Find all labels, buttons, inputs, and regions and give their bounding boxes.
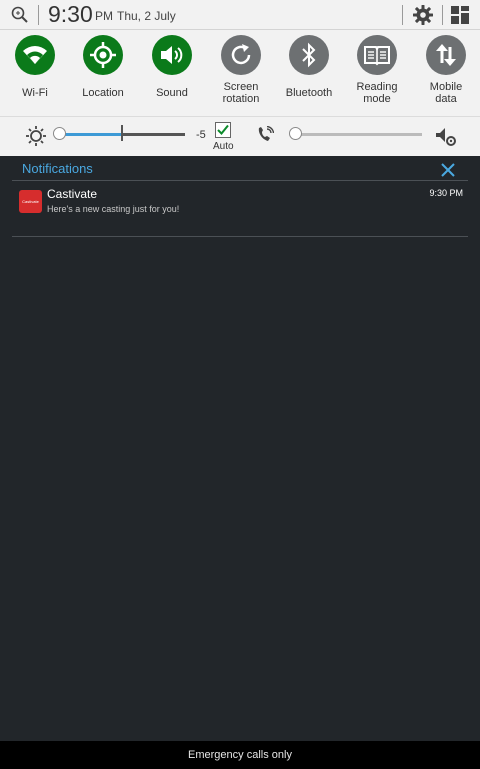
notification-time: 9:30 PM [429,188,463,198]
brightness-icon [26,126,46,146]
status-date: Thu, 2 July [117,9,176,23]
toggle-label: Wi-Fi [22,87,48,99]
data-arrows-icon [436,44,456,66]
divider [12,180,468,181]
quick-settings-panel: 9:30 PM Thu, 2 July Wi-Fi Location Sound… [0,0,480,156]
bluetooth-icon [302,42,316,68]
divider [38,5,39,25]
sound-settings-icon[interactable] [435,125,457,147]
location-icon [90,42,116,68]
toggle-screen-rotation[interactable]: Screen rotation [206,35,276,115]
toggle-circle [221,35,261,75]
toggle-mobile-data[interactable]: Mobile data [411,35,480,115]
emergency-calls-text: Emergency calls only [188,749,292,761]
status-ampm: PM [95,9,113,23]
toggle-label: Screen rotation [222,81,260,105]
toggle-sound[interactable]: Sound [137,35,207,115]
status-bar: 9:30 PM Thu, 2 July [0,0,480,30]
notification-app-name: Castivate [47,187,98,201]
volume-slider[interactable] [291,133,422,136]
toggle-circle [15,35,55,75]
toggle-location[interactable]: Location [68,35,138,115]
divider [12,236,468,237]
brightness-fill [58,133,121,136]
carrier-status-bar: Emergency calls only [0,741,480,769]
toggle-circle [426,35,466,75]
app-icon-text: Castivate [22,199,39,204]
wifi-icon [23,46,47,64]
brightness-tick [121,125,123,141]
toggle-circle [152,35,192,75]
ringtone-volume-icon [258,126,274,141]
toggle-circle [289,35,329,75]
slider-row: -5 Auto [0,116,480,156]
toggle-bluetooth[interactable]: Bluetooth [274,35,344,115]
search-icon[interactable] [10,5,30,25]
check-icon [217,124,229,135]
auto-brightness-checkbox[interactable] [215,122,231,138]
toggle-wifi[interactable]: Wi-Fi [0,35,70,115]
notification-item[interactable]: Castivate Castivate Here's a new casting… [12,183,468,233]
gear-icon[interactable] [412,4,434,26]
toggle-label: Mobile data [429,81,463,105]
divider [402,5,403,25]
volume-thumb[interactable] [289,127,302,140]
brightness-value: -5 [196,129,206,141]
status-time: 9:30 [48,1,93,27]
app-icon: Castivate [19,190,42,213]
toggle-label: Location [82,87,124,99]
auto-label: Auto [213,141,234,152]
brightness-thumb[interactable] [53,127,66,140]
sound-icon [161,46,183,64]
toggle-label: Sound [156,87,188,99]
grid-icon[interactable] [451,6,469,24]
book-icon [364,46,390,66]
toggle-label: Reading mode [356,81,398,105]
close-icon[interactable] [440,162,456,178]
toggle-label: Bluetooth [285,87,333,99]
toggle-circle [83,35,123,75]
notifications-header: Notifications [22,161,93,176]
toggle-reading-mode[interactable]: Reading mode [342,35,412,115]
notification-message: Here's a new casting just for you! [47,204,180,214]
toggle-circle [357,35,397,75]
rotation-icon [231,44,251,65]
divider [442,5,443,25]
